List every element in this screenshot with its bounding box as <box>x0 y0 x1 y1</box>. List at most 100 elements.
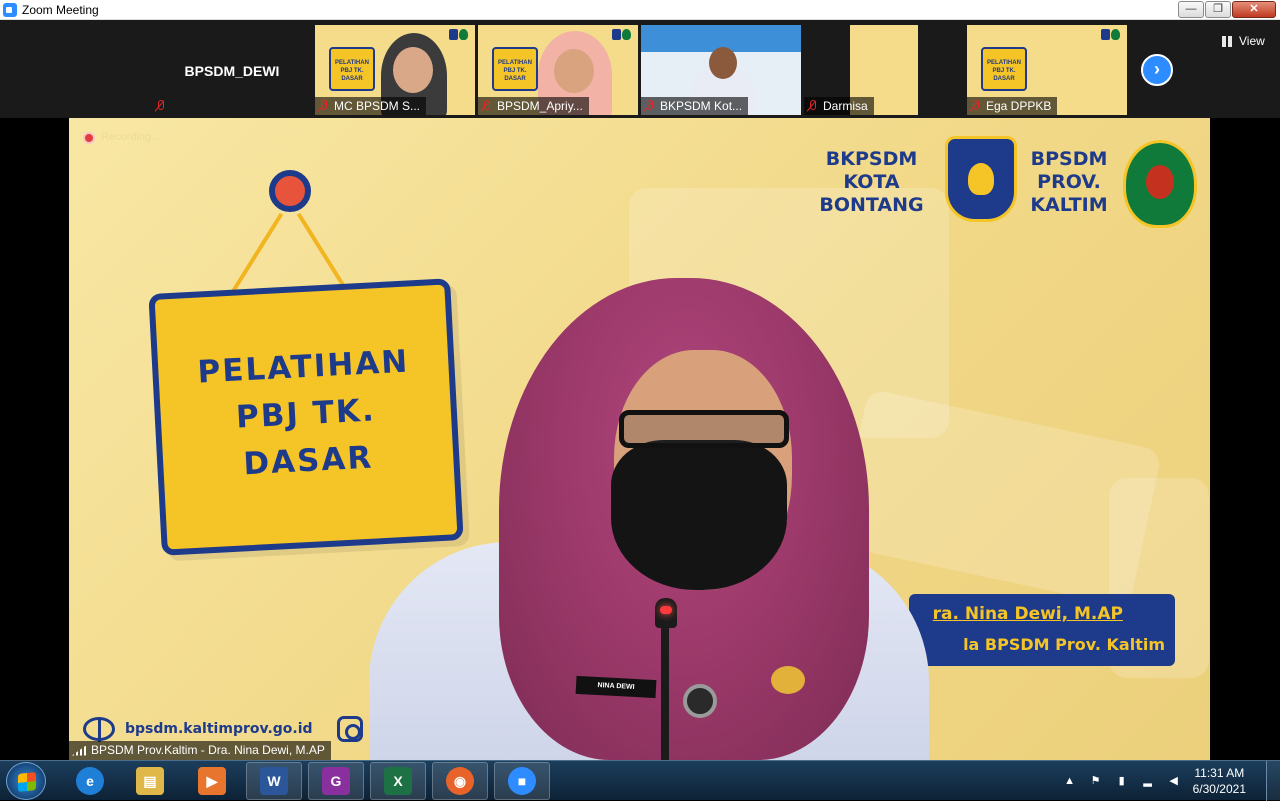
participant-label <box>152 97 177 115</box>
org-name-left: BKPSDM KOTA BONTANG <box>814 148 929 217</box>
taskbar-app-zoom[interactable]: ■ <box>494 762 550 800</box>
banner-name: ra. Nina Dewi, M.AP <box>932 604 1123 624</box>
microphone-stem <box>661 608 669 760</box>
mini-logos <box>1071 29 1121 41</box>
clock-date: 6/30/2021 <box>1192 782 1246 796</box>
participant-name: Ega DPPKB <box>986 99 1052 113</box>
start-button[interactable] <box>6 762 46 800</box>
next-page-button[interactable]: › <box>1141 54 1173 86</box>
word-icon: W <box>260 767 288 795</box>
zoom-app-icon <box>3 2 17 17</box>
participant-name-large: BPSDM_DEWI <box>184 63 280 79</box>
sign-text: PELATIHAN PBJ TK. DASAR <box>157 337 454 493</box>
signal-icon <box>72 745 86 756</box>
participant-tile[interactable]: PELATIHAN PBJ TK. DASAR Ega DPPKB <box>967 25 1127 115</box>
gold-pin-icon <box>771 666 805 694</box>
view-label: View <box>1239 34 1265 48</box>
mic-muted-icon <box>155 100 165 112</box>
speaker-glasses <box>619 410 789 448</box>
windows-taskbar: e ▤ ▶ W G X ◉ ■ ▲ ⚑ ▮ ▂ ◀ 11:31 AM 6/30/… <box>0 760 1280 801</box>
zoom-icon: ■ <box>508 767 536 795</box>
speaker-name-banner: ra. Nina Dewi, M.AP la BPSDM Prov. Kalti… <box>909 594 1175 666</box>
taskbar-app-media-player[interactable]: ▶ <box>184 762 240 800</box>
website-row: bpsdm.kaltimprov.go.id <box>83 716 363 742</box>
org-line: PROV. <box>1037 171 1101 193</box>
participant-name: MC BPSDM S... <box>334 99 421 113</box>
clock-time: 11:31 AM <box>1194 766 1245 780</box>
pdf-icon: G <box>322 767 350 795</box>
taskbar-app-excel[interactable]: X <box>370 762 426 800</box>
action-center-icon[interactable]: ⚑ <box>1089 774 1103 788</box>
training-sign: PELATIHAN PBJ TK. DASAR <box>148 278 464 556</box>
org-line: BONTANG <box>819 194 924 216</box>
mic-muted-icon <box>481 100 491 112</box>
participant-tile[interactable]: BPSDM_DEWI <box>152 25 312 115</box>
mini-sign: PELATIHAN PBJ TK. DASAR <box>981 47 1027 91</box>
bontang-emblem-icon <box>945 136 1017 222</box>
window-title: Zoom Meeting <box>22 2 99 17</box>
network-icon[interactable]: ▂ <box>1141 774 1155 788</box>
firefox-icon: ◉ <box>446 767 474 795</box>
mic-muted-icon <box>318 100 328 112</box>
close-button[interactable]: ✕ <box>1232 1 1276 18</box>
taskbar-app-pdf[interactable]: G <box>308 762 364 800</box>
banner-role: la BPSDM Prov. Kaltim <box>963 635 1165 654</box>
excel-icon: X <box>384 767 412 795</box>
speaker-mask <box>611 440 787 590</box>
participant-label: Ega DPPKB <box>967 97 1058 115</box>
participant-face <box>554 49 594 93</box>
view-button[interactable]: View <box>1222 34 1265 48</box>
org-line: KALTIM <box>1030 194 1108 216</box>
participant-tile[interactable]: PELATIHAN PBJ TK. DASAR BPSDM_Apriy... <box>478 25 638 115</box>
org-line: BPSDM <box>1030 148 1108 170</box>
window-controls: — ❐ ✕ <box>1178 1 1276 18</box>
participant-face <box>709 47 737 79</box>
org-line: KOTA <box>843 171 900 193</box>
show-desktop-button[interactable] <box>1266 761 1280 801</box>
clock[interactable]: 11:31 AM 6/30/2021 <box>1193 765 1246 797</box>
chevron-right-icon: › <box>1154 59 1160 79</box>
recording-text: Recording... <box>101 131 161 143</box>
instagram-icon <box>336 716 363 742</box>
power-icon[interactable]: ▮ <box>1115 774 1129 788</box>
participant-name: Darmisa <box>823 99 868 113</box>
minimize-button[interactable]: — <box>1178 1 1204 18</box>
volume-icon[interactable]: ◀ <box>1167 774 1181 788</box>
speaker-label: BPSDM Prov.Kaltim - Dra. Nina Dewi, M.AP <box>69 741 331 760</box>
media-player-icon: ▶ <box>198 767 226 795</box>
sign-hook <box>269 170 311 212</box>
badge-pin-icon <box>683 684 717 718</box>
participant-name: BPSDM_Apriy... <box>497 99 583 113</box>
speaker-label-text: BPSDM Prov.Kaltim - Dra. Nina Dewi, M.AP <box>91 743 325 757</box>
tray-expand-icon[interactable]: ▲ <box>1063 774 1077 788</box>
globe-icon <box>83 717 115 742</box>
mini-sign: PELATIHAN PBJ TK. DASAR <box>492 47 538 91</box>
window-titlebar: Zoom Meeting — ❐ ✕ <box>0 0 1280 20</box>
participant-tile[interactable]: PELATIHAN PBJ TK. DASAR MC BPSDM S... <box>315 25 475 115</box>
taskbar-app-file-explorer[interactable]: ▤ <box>122 762 178 800</box>
mic-muted-icon <box>970 100 980 112</box>
participant-label: BKPSDM Kot... <box>641 97 749 115</box>
taskbar-app-word[interactable]: W <box>246 762 302 800</box>
participant-tile[interactable]: BKPSDM Kot... <box>641 25 801 115</box>
mic-muted-icon <box>807 100 817 112</box>
org-name-right: BPSDM PROV. KALTIM <box>1024 148 1114 217</box>
internet-explorer-icon: e <box>76 767 104 795</box>
participant-name: BKPSDM Kot... <box>660 99 743 113</box>
participant-strip: BPSDM_DEWI PELATIHAN PBJ TK. DASAR MC BP… <box>0 20 1280 118</box>
folder-icon: ▤ <box>136 767 164 795</box>
maximize-button[interactable]: ❐ <box>1205 1 1231 18</box>
participant-label: BPSDM_Apriy... <box>478 97 589 115</box>
taskbar-app-internet-explorer[interactable]: e <box>62 762 118 800</box>
recording-icon <box>83 132 95 144</box>
kaltim-emblem-icon <box>1123 140 1197 228</box>
active-speaker-video: Recording... PELATIHAN PBJ TK. DASAR BKP… <box>69 118 1210 760</box>
grid-view-icon <box>1222 35 1233 47</box>
mic-muted-icon <box>644 100 654 112</box>
taskbar-app-firefox[interactable]: ◉ <box>432 762 488 800</box>
microphone-icon <box>655 598 677 628</box>
participant-face <box>393 47 433 93</box>
website-text: bpsdm.kaltimprov.go.id <box>125 721 313 737</box>
system-tray: ▲ ⚑ ▮ ▂ ◀ 11:31 AM 6/30/2021 <box>1063 761 1246 801</box>
participant-tile[interactable]: Darmisa <box>804 25 918 115</box>
